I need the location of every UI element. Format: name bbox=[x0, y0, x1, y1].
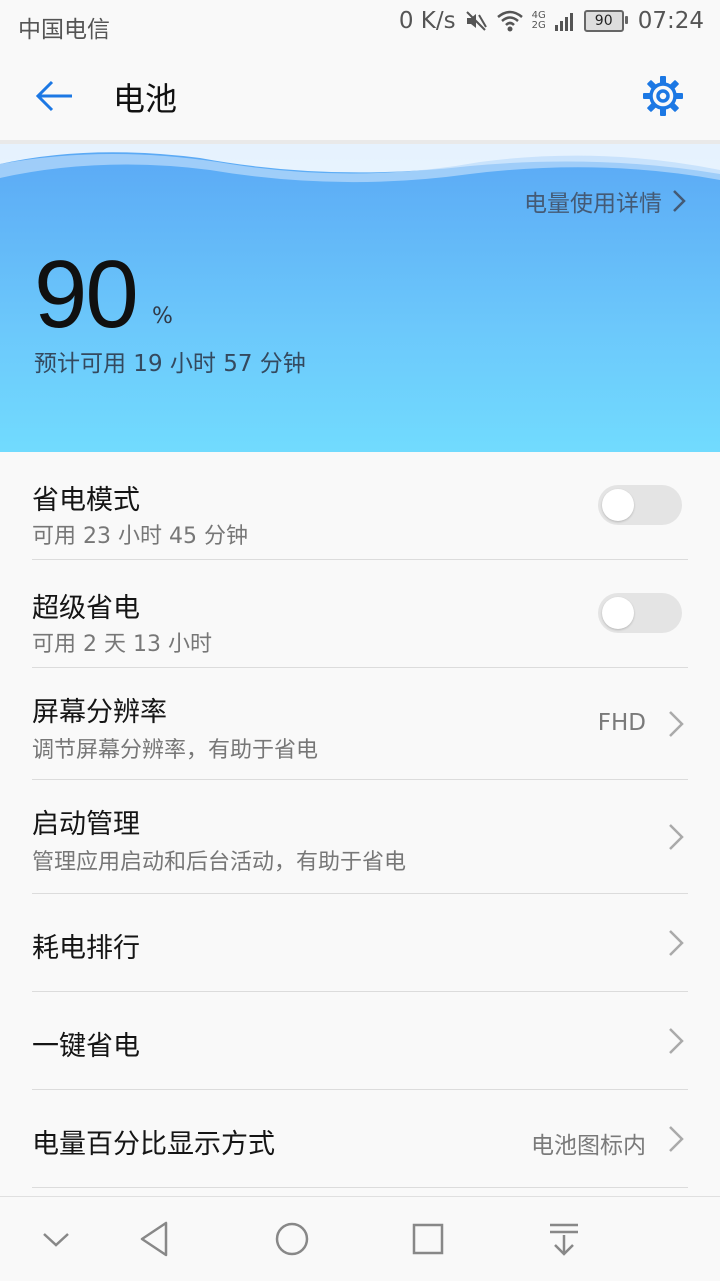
row-title: 电量百分比显示方式 bbox=[32, 1129, 275, 1160]
battery-icon: 90 bbox=[583, 10, 628, 32]
page-title: 电池 bbox=[113, 80, 178, 118]
network-speed: 0 K/s bbox=[398, 8, 456, 34]
carrier-name: 中国电信 bbox=[18, 17, 110, 43]
chevron-right-icon bbox=[669, 711, 684, 737]
battery-percent: 90 bbox=[34, 241, 139, 348]
chevron-right-icon bbox=[673, 190, 686, 212]
row-subtitle: 调节屏幕分辨率，有助于省电 bbox=[32, 738, 319, 763]
row-title: 屏幕分辨率 bbox=[32, 697, 167, 728]
chevron-down-icon[interactable] bbox=[34, 1217, 78, 1261]
status-icons: 0 K/s 4G 2G 90 07:24 bbox=[399, 8, 704, 34]
toggle-knob bbox=[602, 489, 634, 521]
chevron-right-icon bbox=[669, 1126, 684, 1152]
row-title: 一键省电 bbox=[32, 1031, 140, 1062]
chevron-right-icon bbox=[669, 824, 684, 850]
wifi-icon bbox=[496, 10, 523, 32]
percentage-display-value: 电池图标内 bbox=[531, 1133, 646, 1159]
battery-summary: 电量使用详情 90 % 预计可用 19 小时 57 分钟 bbox=[0, 144, 720, 452]
power-consumption-ranking-row[interactable]: 耗电排行 bbox=[0, 894, 720, 992]
row-subtitle: 管理应用启动和后台活动，有助于省电 bbox=[32, 850, 407, 875]
recents-square-icon[interactable] bbox=[406, 1217, 450, 1261]
arrow-left-icon[interactable] bbox=[34, 78, 74, 114]
ultra-power-saving-toggle[interactable] bbox=[598, 593, 682, 633]
status-bar: 中国电信 0 K/s 4G 2G 90 07:24 bbox=[0, 0, 720, 50]
signal-icon bbox=[554, 13, 573, 31]
startup-manager-row[interactable]: 启动管理 管理应用启动和后台活动，有助于省电 bbox=[0, 780, 720, 894]
row-subtitle: 可用 2 天 13 小时 bbox=[32, 632, 212, 657]
back-triangle-icon[interactable] bbox=[134, 1217, 178, 1261]
system-nav-bar bbox=[0, 1196, 720, 1281]
power-saving-toggle[interactable] bbox=[598, 485, 682, 525]
network-type: 4G 2G bbox=[531, 10, 546, 31]
resolution-value: FHD bbox=[597, 710, 646, 736]
app-header: 电池 bbox=[0, 50, 720, 140]
notification-pull-down-icon[interactable] bbox=[542, 1217, 586, 1261]
battery-percentage-display-row[interactable]: 电量百分比显示方式 电池图标内 bbox=[0, 1090, 720, 1188]
row-subtitle: 可用 23 小时 45 分钟 bbox=[32, 524, 248, 549]
home-circle-icon[interactable] bbox=[270, 1217, 314, 1261]
row-title: 耗电排行 bbox=[32, 933, 140, 964]
row-title: 启动管理 bbox=[32, 809, 140, 840]
chevron-right-icon bbox=[669, 1028, 684, 1054]
usage-details-link[interactable]: 电量使用详情 bbox=[524, 184, 686, 218]
gear-icon[interactable] bbox=[641, 74, 685, 118]
percent-sign: % bbox=[152, 304, 173, 329]
row-divider bbox=[32, 1187, 688, 1188]
row-title: 超级省电 bbox=[32, 593, 140, 624]
settings-list: 省电模式 可用 23 小时 45 分钟 超级省电 可用 2 天 13 小时 屏幕… bbox=[0, 452, 720, 1188]
screen-resolution-row[interactable]: 屏幕分辨率 调节屏幕分辨率，有助于省电 FHD bbox=[0, 668, 720, 780]
row-title: 省电模式 bbox=[32, 485, 140, 516]
ultra-power-saving-row[interactable]: 超级省电 可用 2 天 13 小时 bbox=[0, 560, 720, 668]
toggle-knob bbox=[602, 597, 634, 629]
chevron-right-icon bbox=[669, 930, 684, 956]
battery-estimate: 预计可用 19 小时 57 分钟 bbox=[34, 351, 306, 377]
power-saving-mode-row[interactable]: 省电模式 可用 23 小时 45 分钟 bbox=[0, 452, 720, 560]
one-tap-optimize-row[interactable]: 一键省电 bbox=[0, 992, 720, 1090]
mute-icon bbox=[465, 11, 487, 31]
clock: 07:24 bbox=[637, 8, 704, 34]
